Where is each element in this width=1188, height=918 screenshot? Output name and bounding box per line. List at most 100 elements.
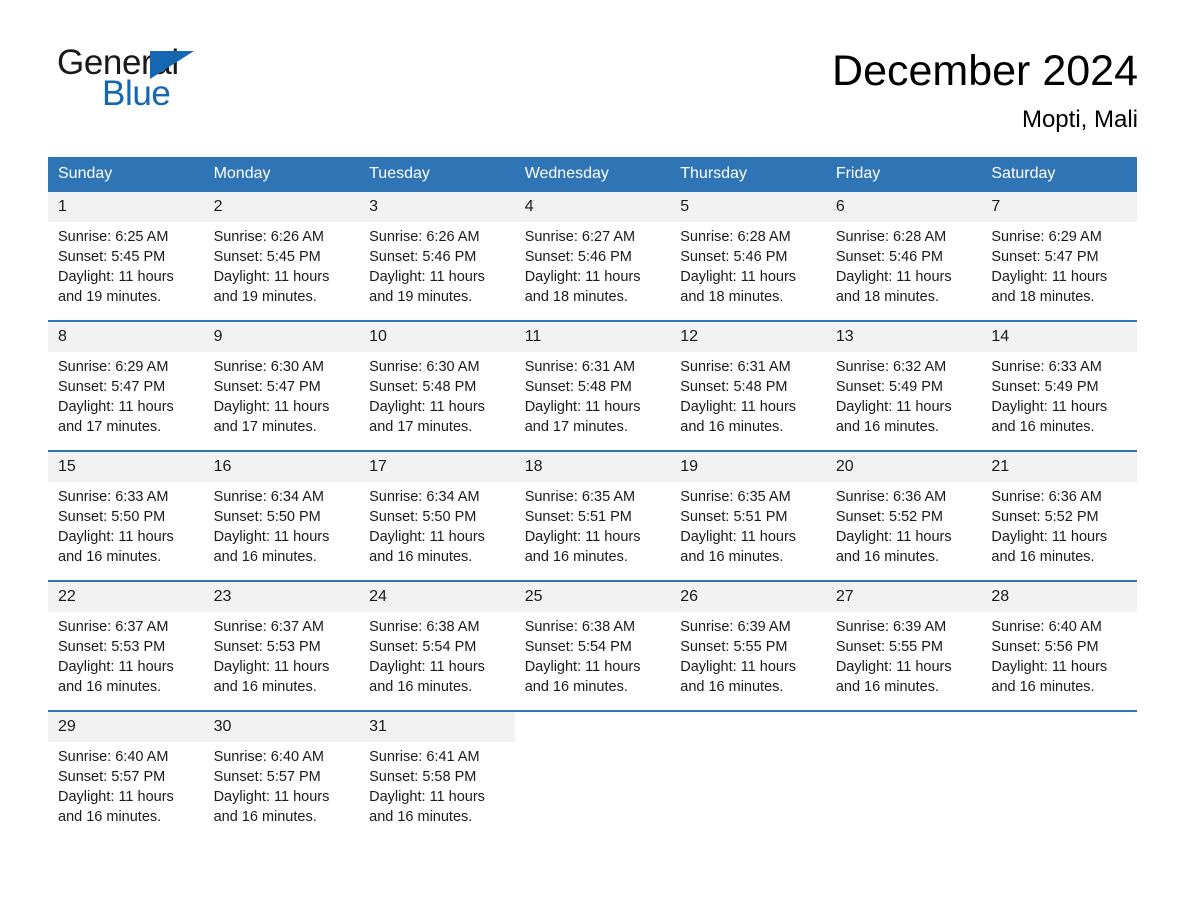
day-number[interactable]: 23 — [203, 580, 360, 612]
day-number[interactable]: 6 — [825, 192, 982, 222]
daylight-text: Daylight: 11 hours and 18 minutes. — [524, 269, 641, 305]
daylight-text: Daylight: 11 hours and 16 minutes. — [213, 659, 330, 695]
sunset-text: Sunset: 5:54 PM — [369, 639, 477, 655]
day-number[interactable]: 4 — [514, 192, 671, 222]
sunrise-text: Sunrise: 6:26 AM — [213, 229, 324, 245]
sunrise-text: Sunrise: 6:26 AM — [369, 229, 480, 245]
week-daynumber-row: 1234567 — [48, 192, 1137, 222]
day-info-cell: Sunrise: 6:28 AM Sunset: 5:46 PM Daylight:… — [825, 222, 982, 321]
sunset-text: Sunset: 5:51 PM — [680, 509, 788, 525]
sunset-text: Sunset: 5:47 PM — [58, 379, 166, 395]
sunrise-text: Sunrise: 6:36 AM — [835, 489, 947, 505]
day-number[interactable]: 16 — [203, 450, 360, 482]
day-info-empty — [670, 742, 826, 840]
daylight-text: Daylight: 11 hours and 16 minutes. — [213, 529, 330, 565]
day-cell-empty — [825, 710, 982, 742]
sunset-text: Sunset: 5:47 PM — [213, 379, 321, 395]
day-number[interactable]: 24 — [359, 580, 515, 612]
day-info-cell: Sunrise: 6:37 AM Sunset: 5:53 PM Daylight:… — [48, 612, 204, 711]
day-info-cell: Sunrise: 6:30 AM Sunset: 5:47 PM Daylight:… — [203, 352, 360, 451]
day-info-empty — [825, 742, 982, 840]
day-number[interactable]: 10 — [359, 320, 515, 352]
day-number[interactable]: 2 — [203, 192, 360, 222]
day-number[interactable]: 9 — [203, 320, 360, 352]
day-number[interactable]: 14 — [981, 320, 1137, 352]
day-number[interactable]: 1 — [48, 192, 204, 222]
sunrise-text: Sunrise: 6:28 AM — [680, 229, 791, 245]
day-info-cell: Sunrise: 6:40 AM Sunset: 5:56 PM Daylight:… — [981, 612, 1137, 711]
day-info-cell: Sunrise: 6:35 AM Sunset: 5:51 PM Daylight:… — [670, 482, 826, 581]
daylight-text: Daylight: 11 hours and 16 minutes. — [524, 529, 641, 565]
sunset-text: Sunset: 5:52 PM — [835, 509, 944, 525]
sunrise-text: Sunrise: 6:30 AM — [369, 359, 480, 375]
day-info-cell: Sunrise: 6:31 AM Sunset: 5:48 PM Daylight:… — [514, 352, 671, 451]
day-number[interactable]: 11 — [514, 320, 671, 352]
daylight-text: Daylight: 11 hours and 16 minutes. — [524, 659, 641, 695]
sunset-text: Sunset: 5:48 PM — [680, 379, 788, 395]
week-daynumber-row: 8 9 10 11 12 13 14 — [48, 320, 1137, 352]
daylight-text: Daylight: 11 hours and 16 minutes. — [991, 399, 1108, 435]
sunset-text: Sunset: 5:57 PM — [213, 769, 321, 785]
day-info-cell: Sunrise: 6:36 AM Sunset: 5:52 PM Daylight:… — [825, 482, 982, 581]
day-number[interactable]: 31 — [359, 710, 515, 742]
daylight-text: Daylight: 11 hours and 18 minutes. — [835, 269, 952, 305]
day-number[interactable]: 28 — [981, 580, 1137, 612]
sunset-text: Sunset: 5:49 PM — [835, 379, 944, 395]
day-number[interactable]: 22 — [48, 580, 204, 612]
sunset-text: Sunset: 5:54 PM — [524, 639, 632, 655]
daylight-text: Daylight: 11 hours and 16 minutes. — [58, 529, 174, 565]
day-number[interactable]: 17 — [359, 450, 515, 482]
sunset-text: Sunset: 5:46 PM — [835, 249, 944, 265]
day-number[interactable]: 7 — [981, 192, 1137, 222]
day-info-cell: Sunrise: 6:29 AM Sunset: 5:47 PM Daylight:… — [48, 352, 204, 451]
sunrise-text: Sunrise: 6:33 AM — [58, 489, 169, 505]
day-number[interactable]: 15 — [48, 450, 204, 482]
sunrise-text: Sunrise: 6:37 AM — [58, 619, 169, 635]
sunrise-sunset-calendar: Sunday Monday Tuesday Wednesday Thursday… — [48, 157, 1137, 840]
daylight-text: Daylight: 11 hours and 19 minutes. — [58, 269, 174, 305]
sunrise-text: Sunrise: 6:35 AM — [524, 489, 636, 505]
day-number[interactable]: 29 — [48, 710, 204, 742]
day-cell-empty — [514, 710, 671, 742]
day-number[interactable]: 30 — [203, 710, 360, 742]
weekday-header-thursday: Thursday — [670, 157, 826, 192]
day-number[interactable]: 20 — [825, 450, 982, 482]
day-number[interactable]: 21 — [981, 450, 1137, 482]
day-number[interactable]: 26 — [670, 580, 826, 612]
sunrise-text: Sunrise: 6:40 AM — [991, 619, 1102, 635]
day-number[interactable]: 12 — [670, 320, 826, 352]
daylight-text: Daylight: 11 hours and 16 minutes. — [680, 659, 797, 695]
sunrise-text: Sunrise: 6:35 AM — [680, 489, 791, 505]
day-number[interactable]: 5 — [670, 192, 826, 222]
sunset-text: Sunset: 5:46 PM — [524, 249, 632, 265]
day-info-cell: Sunrise: 6:31 AM Sunset: 5:48 PM Daylight:… — [670, 352, 826, 451]
sunrise-text: Sunrise: 6:32 AM — [835, 359, 947, 375]
sunset-text: Sunset: 5:49 PM — [991, 379, 1099, 395]
day-info-cell: Sunrise: 6:35 AM Sunset: 5:51 PM Daylight:… — [514, 482, 671, 581]
day-info-cell: Sunrise: 6:29 AM Sunset: 5:47 PM Daylight:… — [981, 222, 1137, 321]
weekday-header-friday: Friday — [825, 157, 982, 192]
day-number[interactable]: 8 — [48, 320, 204, 352]
sunset-text: Sunset: 5:53 PM — [58, 639, 166, 655]
day-info-empty — [514, 742, 671, 840]
sunrise-text: Sunrise: 6:38 AM — [369, 619, 480, 635]
day-number[interactable]: 18 — [514, 450, 671, 482]
day-number[interactable]: 19 — [670, 450, 826, 482]
calendar-week: 15 16 17 18 19 20 21 Sunrise: 6:33 AM Sunset: 5:… — [48, 450, 1137, 581]
daylight-text: Daylight: 11 hours and 16 minutes. — [58, 789, 174, 825]
day-number[interactable]: 13 — [825, 320, 982, 352]
sunrise-text: Sunrise: 6:30 AM — [213, 359, 324, 375]
day-info-cell: Sunrise: 6:38 AM Sunset: 5:54 PM Daylight:… — [514, 612, 671, 711]
daylight-text: Daylight: 11 hours and 16 minutes. — [835, 659, 952, 695]
day-info-cell: Sunrise: 6:39 AM Sunset: 5:55 PM Daylight:… — [825, 612, 982, 711]
calendar-week: 1 2 3 4 5 6 7 Sunrise: 6:25 AM Sunset: 5:45 PM Da… — [48, 192, 1137, 321]
day-number[interactable]: 27 — [825, 580, 982, 612]
sunset-text: Sunset: 5:48 PM — [524, 379, 632, 395]
week-daynumber-row: 29 30 31 — [48, 710, 1137, 742]
sunset-text: Sunset: 5:50 PM — [213, 509, 321, 525]
day-info-cell: Sunrise: 6:26 AM Sunset: 5:46 PM Daylight:… — [359, 222, 515, 321]
day-number[interactable]: 25 — [514, 580, 671, 612]
day-number[interactable]: 3 — [359, 192, 515, 222]
sunset-text: Sunset: 5:50 PM — [58, 509, 166, 525]
sunrise-text: Sunrise: 6:38 AM — [524, 619, 636, 635]
